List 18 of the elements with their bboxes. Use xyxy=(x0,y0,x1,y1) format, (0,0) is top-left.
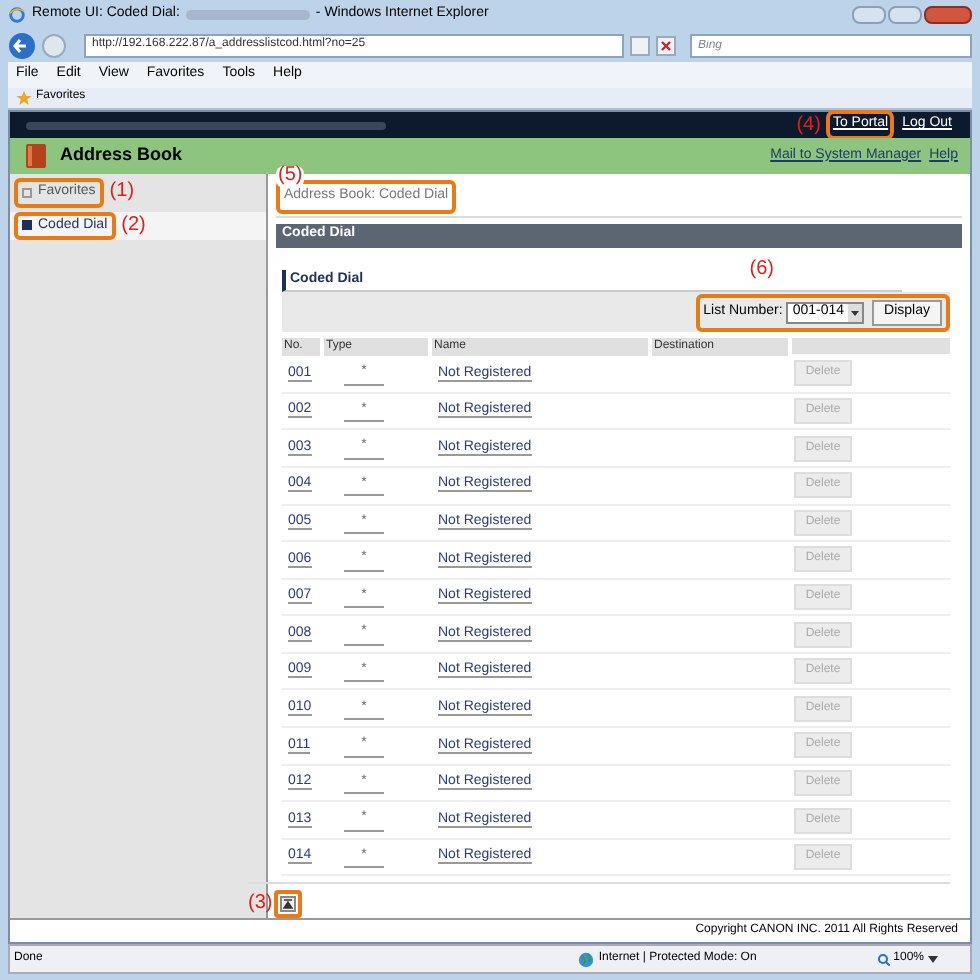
back-icon[interactable] xyxy=(8,31,36,60)
callout-number: (1) xyxy=(109,182,135,203)
callout-number: (4) xyxy=(796,115,821,136)
browser-logo-icon xyxy=(8,5,26,24)
dropdown-arrow-icon xyxy=(928,955,938,964)
blurred-text xyxy=(185,9,310,20)
callout-number: (3) xyxy=(248,894,273,915)
callout-number: (6) xyxy=(749,258,774,281)
page-title: Address Book xyxy=(60,142,183,169)
magnifier-icon xyxy=(877,953,890,966)
stop-icon xyxy=(660,39,672,52)
globe-icon xyxy=(578,951,595,968)
callout-number: (2) xyxy=(121,215,146,236)
callout-number: (5) xyxy=(278,163,303,186)
page-top-icon[interactable] xyxy=(280,896,297,913)
star-icon xyxy=(16,89,32,106)
book-icon xyxy=(22,142,50,171)
close-button[interactable] xyxy=(924,5,972,24)
